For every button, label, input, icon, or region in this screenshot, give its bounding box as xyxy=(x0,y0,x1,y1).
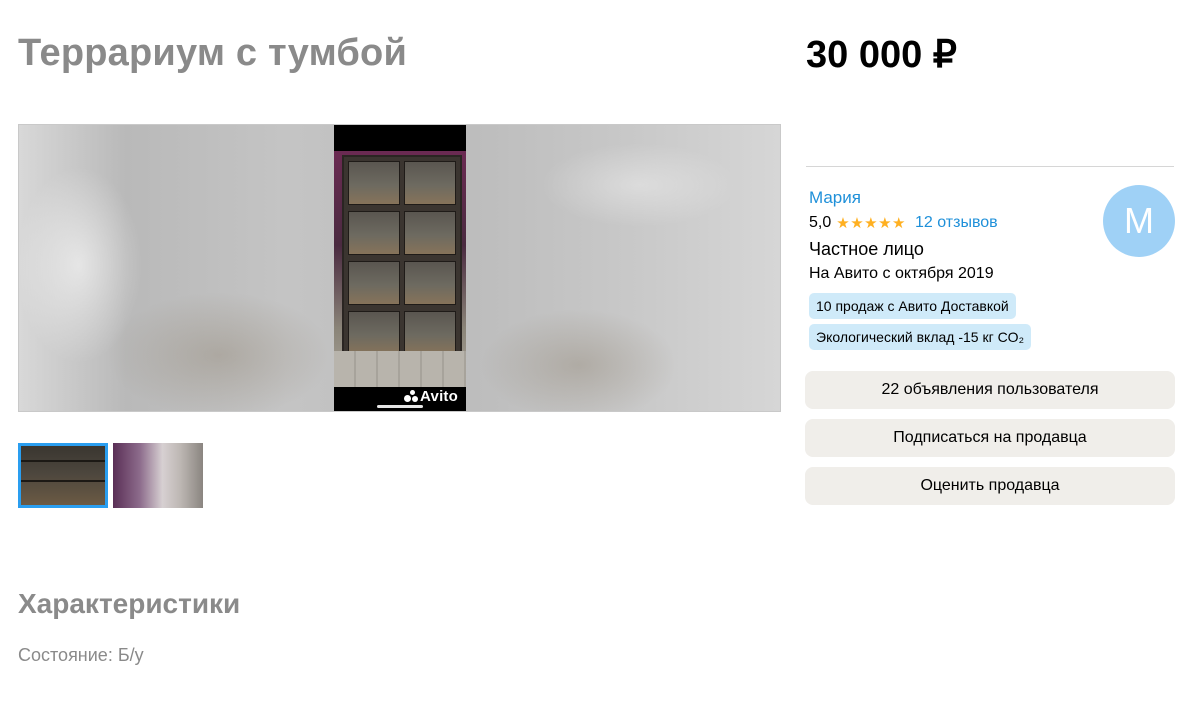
thumbnail-1-selected[interactable] xyxy=(18,443,108,508)
listing-title: Террариум с тумбой xyxy=(18,32,408,74)
characteristics-title: Характеристики xyxy=(18,588,241,619)
eco-contribution-badge: Экологический вклад -15 кг CO₂ xyxy=(809,324,1032,350)
seller-avatar[interactable]: M xyxy=(1103,185,1175,257)
main-photo[interactable]: Avito xyxy=(334,125,466,411)
seller-listings-button[interactable]: 22 объявления пользователя xyxy=(805,371,1175,409)
tiled-floor xyxy=(334,351,466,387)
thumbnail-shelf xyxy=(21,480,105,482)
terrarium-cabinet xyxy=(342,155,462,363)
seller-type: Частное лицо xyxy=(809,239,924,259)
thumbnail-shelf xyxy=(21,460,105,462)
terrarium-cell xyxy=(404,211,456,255)
terrarium-cell xyxy=(404,261,456,305)
terrarium-cell xyxy=(348,261,400,305)
condition-label: Состояние: xyxy=(18,645,113,665)
rate-seller-button[interactable]: Оценить продавца xyxy=(805,467,1175,505)
listing-price: 30 000 ₽ xyxy=(806,34,957,76)
terrarium-cell xyxy=(348,161,400,205)
delivery-sales-badge: 10 продаж с Авито Доставкой xyxy=(809,293,1016,319)
terrarium-cell xyxy=(348,211,400,255)
avito-watermark: Avito xyxy=(404,388,458,405)
reviews-link[interactable]: 12 отзывов xyxy=(915,214,998,232)
seller-divider xyxy=(806,166,1174,167)
seller-name-link[interactable]: Мария xyxy=(809,188,861,208)
rating-stars-icon: ★★★★★ xyxy=(836,215,906,232)
rating-value: 5,0 xyxy=(809,214,832,231)
terrarium-cell xyxy=(404,161,456,205)
seller-rating-row: 5,0 ★★★★★ 12 отзывов xyxy=(809,214,998,232)
home-indicator xyxy=(377,405,423,408)
terrarium-photo xyxy=(334,151,466,387)
terrarium-cell xyxy=(348,311,400,355)
main-photo-gallery[interactable]: Avito xyxy=(18,124,781,412)
avito-logo-icon xyxy=(404,390,419,402)
condition-row: Состояние: Б/у xyxy=(18,645,144,666)
seller-since: На Авито с октября 2019 xyxy=(809,265,994,282)
watermark-text: Avito xyxy=(420,388,458,405)
terrarium-cell xyxy=(404,311,456,355)
subscribe-seller-button[interactable]: Подписаться на продавца xyxy=(805,419,1175,457)
thumbnail-2[interactable] xyxy=(113,443,203,508)
condition-value: Б/у xyxy=(117,645,144,665)
